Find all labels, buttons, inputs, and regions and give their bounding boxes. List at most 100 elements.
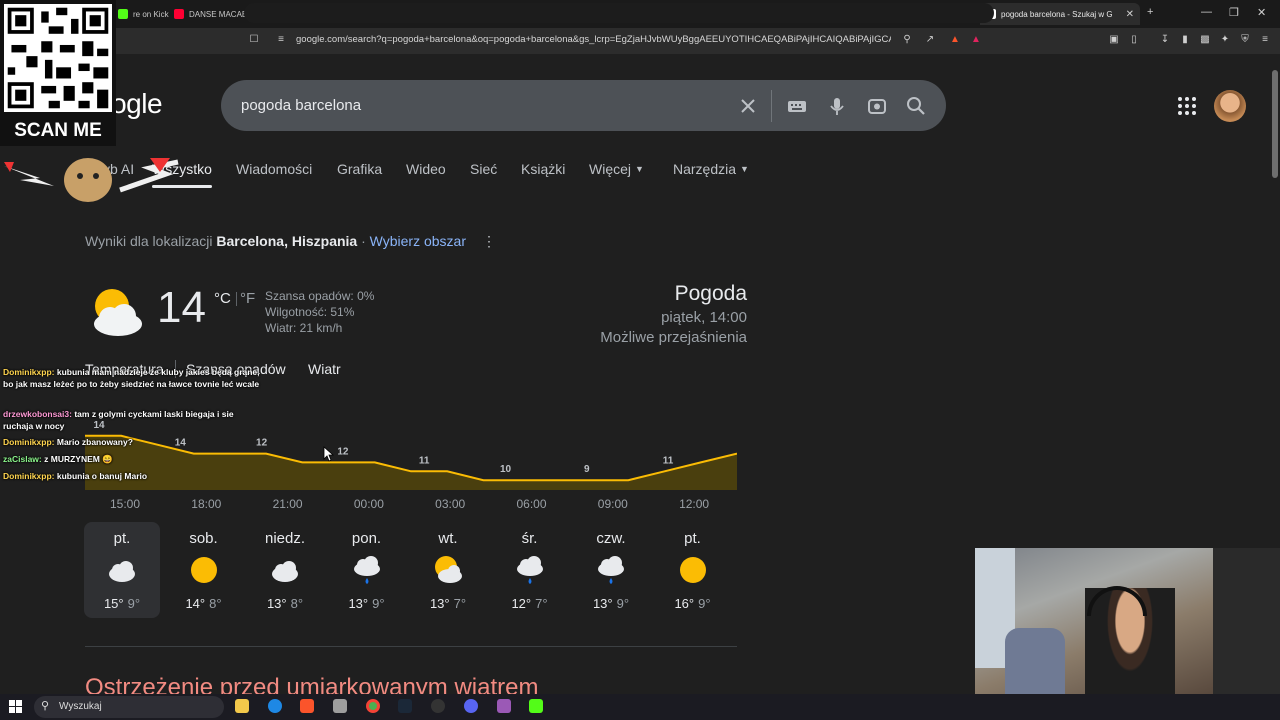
mouse-cursor-icon: [323, 446, 334, 462]
chat-username: Dominikxpp:: [3, 471, 55, 481]
hour-label: 21:00: [272, 497, 303, 511]
extension-icon[interactable]: ▣: [1107, 33, 1121, 47]
edge-icon[interactable]: [268, 699, 282, 713]
forecast-day[interactable]: pt. 16° 9°: [655, 522, 731, 618]
app-icon[interactable]: [333, 699, 347, 713]
day-name: czw.: [596, 530, 626, 547]
browser-tab[interactable]: re on Kick: [112, 3, 174, 25]
lens-icon[interactable]: [866, 95, 888, 117]
unit-fahrenheit[interactable]: °F: [240, 290, 255, 307]
more-options-icon[interactable]: ⋮: [482, 233, 496, 249]
day-name: pt.: [684, 530, 701, 547]
day-name: pt.: [113, 530, 131, 547]
search-input[interactable]: pogoda barcelona: [241, 97, 361, 114]
forecast-day[interactable]: pt. 15° 9°: [84, 522, 160, 618]
chart-value-label: 12: [337, 446, 349, 457]
day-low: 8°: [290, 596, 304, 611]
site-info-icon[interactable]: ≡: [274, 33, 288, 47]
obs-icon[interactable]: [431, 699, 445, 713]
keyboard-icon[interactable]: [786, 95, 808, 117]
tab-wind[interactable]: Wiatr: [308, 361, 341, 377]
close-window-icon[interactable]: ✕: [1257, 6, 1266, 19]
kick-icon[interactable]: [529, 699, 543, 713]
panel-icon[interactable]: ▮: [1178, 33, 1192, 47]
forecast-day[interactable]: wt. 13° 7°: [410, 522, 486, 618]
forecast-day[interactable]: sob. 14° 8°: [166, 522, 242, 618]
qr-overlay: SCAN ME: [0, 0, 116, 146]
tab-books[interactable]: Książki: [521, 161, 565, 177]
microphone-icon[interactable]: [826, 95, 848, 117]
day-temps: 13° 9°: [573, 596, 649, 611]
scan-me-label: SCAN ME: [14, 120, 102, 141]
brave-rewards-icon[interactable]: ▲: [969, 33, 983, 47]
day-temps: 14° 8°: [166, 596, 242, 611]
tab-news[interactable]: Wiadomości: [236, 161, 312, 177]
new-tab-button[interactable]: +: [1147, 6, 1153, 18]
forecast-day[interactable]: niedz. 13° 8°: [247, 522, 323, 618]
steam-icon[interactable]: [398, 699, 412, 713]
weather-title: Pogoda: [674, 282, 747, 305]
hour-label: 15:00: [109, 497, 141, 511]
download-icon[interactable]: ↧: [1158, 33, 1172, 47]
chrome-icon[interactable]: [366, 699, 380, 713]
zoom-icon[interactable]: ⚲: [900, 33, 914, 47]
change-location-link[interactable]: Wybierz obszar: [370, 233, 466, 249]
restore-icon[interactable]: ❐: [1229, 6, 1239, 19]
apps-grid-icon[interactable]: [1178, 97, 1196, 115]
windows-start-icon[interactable]: [9, 700, 22, 713]
chat-message: Dominikxpp: kubunia mam nadzieje że klub…: [3, 366, 265, 390]
chat-text: z MURZYNEM 😄: [44, 454, 113, 464]
forecast-day[interactable]: pon. 13° 9°: [329, 522, 405, 618]
scrollbar-thumb[interactable]: [1272, 70, 1278, 178]
url-text[interactable]: google.com/search?q=pogoda+barcelona&oq=…: [296, 34, 891, 45]
menu-icon[interactable]: ≡: [1258, 33, 1272, 47]
webcam-chair: [1005, 628, 1065, 698]
search-icon[interactable]: [905, 95, 927, 117]
chart-value-label: 10: [500, 464, 512, 475]
hour-label: 12:00: [679, 497, 710, 511]
forecast-day[interactable]: śr. 12° 7°: [492, 522, 568, 618]
brave-icon[interactable]: [300, 699, 314, 713]
sidebar-icon[interactable]: ▯: [1127, 33, 1141, 47]
vpn-icon[interactable]: ⛨: [1238, 33, 1252, 47]
browser-tab[interactable]: pogoda barcelona - Szukaj w G ✕: [980, 3, 1140, 25]
location-sep: ·: [357, 233, 370, 249]
avatar[interactable]: [1214, 90, 1246, 122]
chat-message: zaCislaw: z MURZYNEM 😄: [3, 453, 265, 465]
day-temps: 13° 9°: [329, 596, 405, 611]
chat-text: kubunia o banuj Mario: [56, 471, 148, 481]
hour-label: 18:00: [191, 497, 222, 511]
app2-icon[interactable]: [497, 699, 511, 713]
rain-icon: [353, 556, 380, 584]
tab-more[interactable]: Więcej ▼: [589, 161, 644, 177]
brave-shields-icon[interactable]: ▲: [948, 33, 962, 47]
close-tab-icon[interactable]: ✕: [1126, 9, 1134, 20]
bookmark-icon[interactable]: ☐: [247, 33, 261, 47]
url-field[interactable]: [244, 3, 994, 23]
stream-chat-overlay: Dominikxpp: kubunia mam nadzieje że klub…: [0, 348, 275, 488]
unit-separator: [236, 292, 237, 306]
webcam-side-panel: [1213, 548, 1280, 694]
unit-celsius[interactable]: °C: [214, 290, 231, 307]
minimize-icon[interactable]: —: [1201, 6, 1212, 18]
cloud-icon: [109, 561, 135, 582]
chart-value-label: 11: [419, 455, 430, 466]
clear-search-icon[interactable]: [737, 95, 759, 117]
share-icon[interactable]: ↗: [923, 33, 937, 47]
wallet-icon[interactable]: ▩: [1198, 33, 1212, 47]
day-low: 7°: [535, 596, 548, 611]
tab-images[interactable]: Grafika: [337, 161, 382, 177]
forecast-day[interactable]: czw. 13° 9°: [573, 522, 649, 618]
day-temps: 15° 9°: [84, 596, 160, 611]
day-high: 13°: [266, 596, 287, 611]
tab-web[interactable]: Sieć: [470, 161, 497, 177]
chat-message: drzewkobonsai3: tam z golymi cyckami las…: [3, 408, 265, 432]
day-high: 15°: [103, 596, 124, 611]
tab-videos[interactable]: Wideo: [406, 161, 446, 177]
tab-tools[interactable]: Narzędzia ▼: [673, 161, 749, 177]
day-high: 13°: [429, 596, 450, 611]
day-low: 9°: [698, 596, 711, 611]
leo-icon[interactable]: ✦: [1218, 33, 1232, 47]
discord-icon[interactable]: [464, 699, 478, 713]
file-explorer-icon[interactable]: [235, 699, 249, 713]
